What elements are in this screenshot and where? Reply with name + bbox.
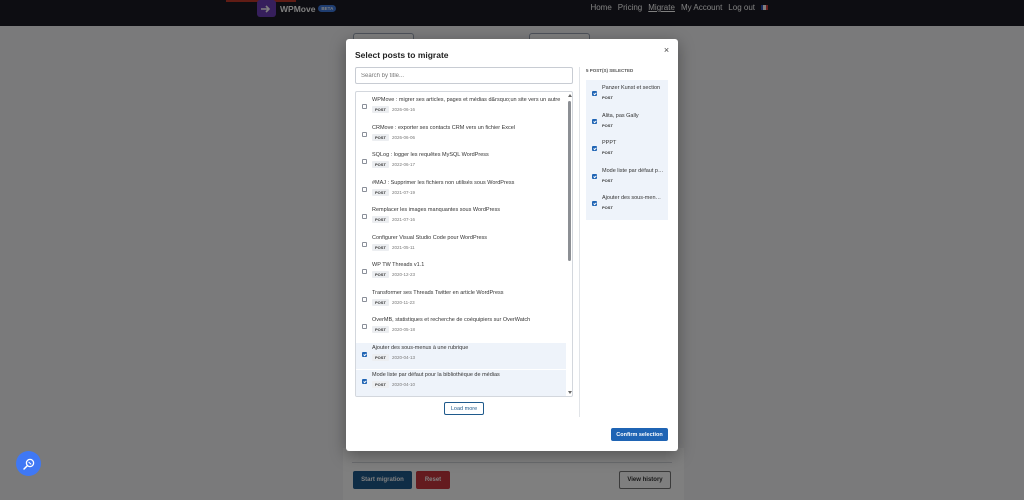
selected-checkbox[interactable] xyxy=(592,173,597,179)
post-date: 2021-07-19 xyxy=(392,189,416,195)
post-title: WP TW Threads v1.1 xyxy=(372,262,425,268)
post-date: 2020-05-18 xyxy=(392,327,416,332)
post-date: 2020-12-23 xyxy=(392,272,416,277)
selected-post-title: Alita, pas Gally xyxy=(602,112,639,119)
post-date: 2026-06-06 xyxy=(392,134,416,140)
selected-post-type: POST xyxy=(602,95,613,100)
list-scrollbar[interactable] xyxy=(567,92,572,396)
selected-post-title: PPPT xyxy=(602,140,617,146)
post-date: 2020-04-13 xyxy=(392,354,416,360)
post-date: 2022-06-17 xyxy=(392,162,416,167)
selected-checkbox[interactable] xyxy=(592,91,597,96)
post-row[interactable]: WPMove : migrer ses articles, pages et m… xyxy=(356,95,566,121)
post-checkbox[interactable] xyxy=(362,379,367,384)
magnifier-icon[interactable] xyxy=(16,451,41,476)
post-checkbox[interactable] xyxy=(362,351,367,357)
post-title: Transformer ses Threads Twitter en artic… xyxy=(372,289,504,296)
selected-post-item[interactable]: Panzer Kunst et section POST xyxy=(586,82,668,108)
post-type-badge: POST xyxy=(372,216,389,223)
post-title: SQLog : logger les requêtes MySQL WordPr… xyxy=(372,152,489,158)
post-title: CRMove : exporter ses contacts CRM vers … xyxy=(372,124,516,131)
post-title: WPMove : migrer ses articles, pages et m… xyxy=(372,97,561,103)
modal-title: Select posts to migrate xyxy=(355,50,449,60)
scroll-thumb[interactable] xyxy=(568,101,571,261)
post-checkbox[interactable] xyxy=(362,131,367,137)
selected-post-type: POST xyxy=(602,177,613,183)
selected-posts-panel: Panzer Kunst et section POST Alita, pas Ga… xyxy=(586,80,668,220)
post-type-badge: POST xyxy=(372,326,389,333)
post-date: 2026-06-16 xyxy=(392,107,416,112)
post-checkbox[interactable] xyxy=(362,324,367,329)
selected-post-type: POST xyxy=(602,122,613,128)
post-type-badge: POST xyxy=(372,381,389,388)
selected-post-type: POST xyxy=(602,205,613,210)
post-title: Mode liste par défaut pour la bibliothèq… xyxy=(372,372,500,378)
post-title: Remplacer les images manquantes sous Wor… xyxy=(372,207,500,213)
post-checkbox[interactable] xyxy=(362,104,367,109)
post-type-badge: POST xyxy=(372,161,389,168)
scroll-up-arrow[interactable] xyxy=(568,94,572,97)
post-type-badge: POST xyxy=(372,271,389,278)
close-icon[interactable]: × xyxy=(662,46,671,55)
post-row[interactable]: Ajouter des sous-menus à une rubrique POS… xyxy=(356,342,566,369)
post-title: #MAJ : Supprimer les fichiers non utilis… xyxy=(372,179,515,186)
post-row[interactable]: Configurer Visual Studio Code pour WordP… xyxy=(356,233,566,259)
post-checkbox[interactable] xyxy=(362,296,367,302)
post-row[interactable]: Mode liste par défaut pour la bibliothèq… xyxy=(356,370,566,396)
post-title: OverMB, statistiques et recherche de coé… xyxy=(372,317,531,323)
selected-post-item[interactable]: Alita, pas Gally POST xyxy=(586,110,668,136)
post-row[interactable]: WP TW Threads v1.1 POST 2020-12-23 xyxy=(356,260,566,286)
post-row[interactable]: Transformer ses Threads Twitter en artic… xyxy=(356,288,566,314)
post-row[interactable]: Remplacer les images manquantes sous Wor… xyxy=(356,205,566,231)
post-checkbox[interactable] xyxy=(362,159,367,164)
post-type-badge: POST xyxy=(372,106,389,113)
selected-post-title: Mode liste par défaut pour la bibliothèq… xyxy=(602,167,664,174)
post-date: 2021-05-11 xyxy=(392,244,415,250)
selected-checkbox[interactable] xyxy=(592,118,597,124)
post-row[interactable]: SQLog : logger les requêtes MySQL WordPr… xyxy=(356,150,566,176)
post-row[interactable]: OverMB, statistiques et recherche de coé… xyxy=(356,315,566,341)
post-date: 2020-11-23 xyxy=(392,299,415,305)
post-list[interactable]: WPMove : migrer ses articles, pages et m… xyxy=(355,91,573,397)
post-type-badge: POST xyxy=(372,133,389,141)
post-row[interactable]: #MAJ : Supprimer les fichiers non utilis… xyxy=(356,178,566,204)
scroll-down-arrow[interactable] xyxy=(568,391,572,394)
post-checkbox[interactable] xyxy=(362,241,367,247)
selected-post-title: Panzer Kunst et section xyxy=(602,85,661,91)
post-title: Configurer Visual Studio Code pour WordP… xyxy=(372,234,488,241)
selected-count-heading: 5 POST(S) SELECTED xyxy=(586,68,634,73)
selected-post-title: Ajouter des sous-menus à une rubrique xyxy=(602,195,664,201)
post-type-badge: POST xyxy=(372,243,389,251)
selected-post-item[interactable]: Mode liste par défaut pour la bibliothèq… xyxy=(586,165,668,191)
search-input[interactable] xyxy=(355,67,573,84)
post-row[interactable]: CRMove : exporter ses contacts CRM vers … xyxy=(356,123,566,149)
post-date: 2020-04-10 xyxy=(392,382,416,387)
selected-checkbox[interactable] xyxy=(592,201,597,206)
selected-post-item[interactable]: PPPT POST xyxy=(586,137,668,163)
selected-post-item[interactable]: Ajouter des sous-menus à une rubrique POS… xyxy=(586,192,668,218)
select-posts-modal: Select posts to migrate × WPMove : migre… xyxy=(346,39,678,451)
post-title: Ajouter des sous-menus à une rubrique xyxy=(372,344,469,351)
selected-checkbox[interactable] xyxy=(592,146,597,151)
post-checkbox[interactable] xyxy=(362,269,367,274)
load-more-button[interactable]: Load more xyxy=(444,402,484,415)
post-type-badge: POST xyxy=(372,353,389,361)
confirm-selection-button[interactable]: Confirm selection xyxy=(611,428,668,441)
panel-divider xyxy=(579,67,580,417)
post-type-badge: POST xyxy=(372,298,389,306)
selected-post-type: POST xyxy=(602,150,613,155)
post-checkbox[interactable] xyxy=(362,214,367,219)
post-type-badge: POST xyxy=(372,188,389,196)
post-checkbox[interactable] xyxy=(362,186,367,192)
post-date: 2021-07-16 xyxy=(392,217,416,222)
